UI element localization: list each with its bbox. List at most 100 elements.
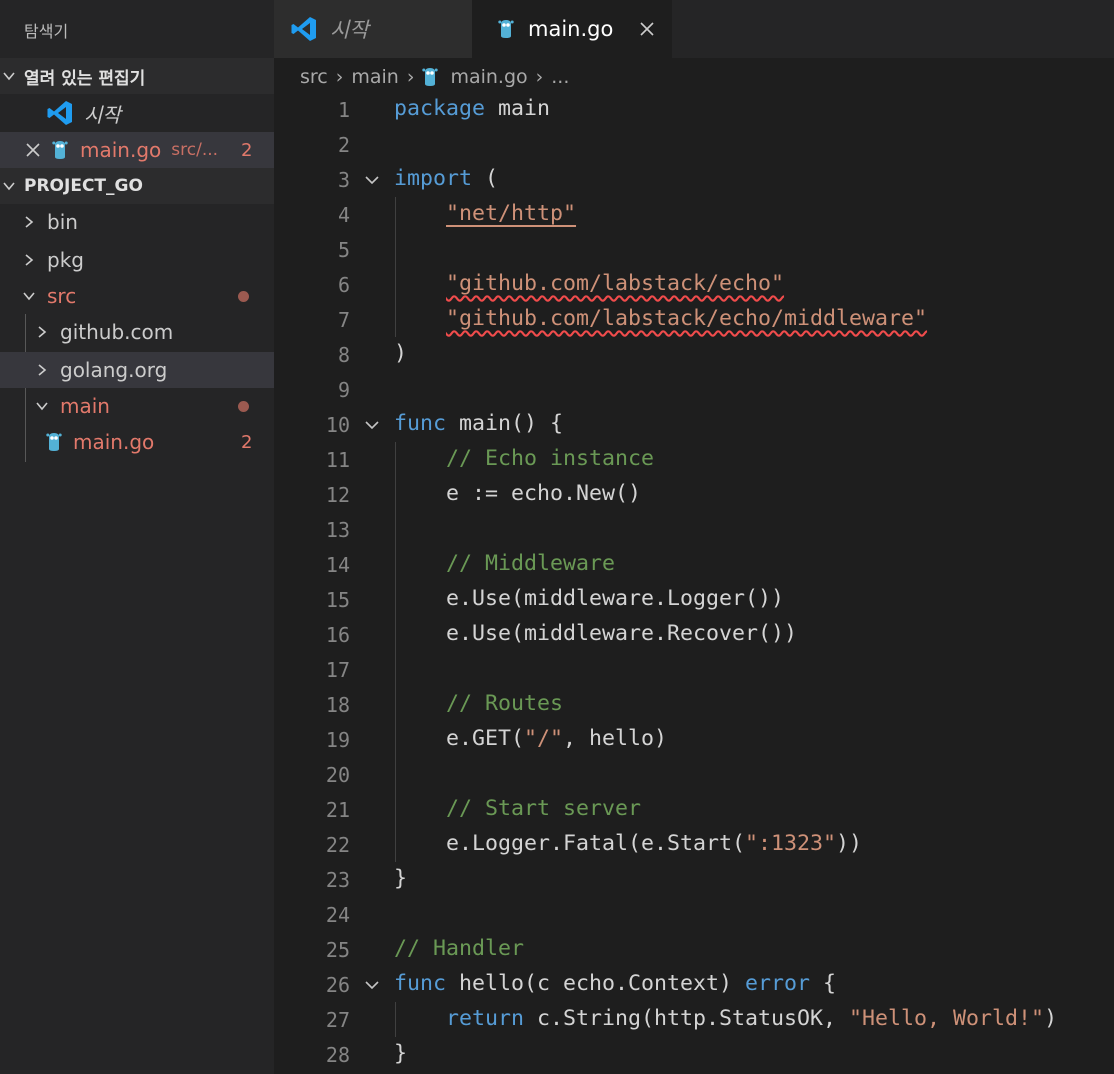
line-number: 16 xyxy=(325,623,350,647)
tab-main-go[interactable]: main.go xyxy=(472,0,672,58)
line-number: 25 xyxy=(325,938,350,962)
line-number: 24 xyxy=(325,903,350,927)
code-line: // Routes xyxy=(446,691,564,716)
code-line: e := echo.New() xyxy=(394,481,642,506)
code-line: import ( xyxy=(394,166,499,191)
code-line: e.Use(middleware.Recover()) xyxy=(394,621,798,646)
tree-item-pkg[interactable]: pkg xyxy=(0,242,274,278)
indent-guide xyxy=(395,442,396,862)
line-number: 27 xyxy=(325,1008,350,1032)
line-number: 23 xyxy=(325,868,350,892)
open-editor-start[interactable]: 시작 xyxy=(0,95,274,131)
close-icon[interactable] xyxy=(640,22,654,36)
chevron-down-icon xyxy=(23,292,35,301)
code-line: e.Logger.Fatal(e.Start(":1323")) xyxy=(394,831,863,856)
line-number: 17 xyxy=(325,658,350,682)
tree-item-label: github.com xyxy=(60,320,174,344)
tab-start[interactable]: 시작 xyxy=(274,0,472,58)
tree-item-golang-org[interactable]: golang.org xyxy=(0,352,274,388)
chevron-right-icon xyxy=(25,216,34,228)
indent-guide xyxy=(395,1002,396,1037)
line-number: 10 xyxy=(325,413,350,437)
chevron-right-icon xyxy=(25,254,34,266)
line-number: 19 xyxy=(325,728,350,752)
line-number: 3 xyxy=(337,168,350,192)
open-editors-label: 열려 있는 편집기 xyxy=(24,68,146,89)
code-line: "github.com/labstack/echo/middleware" xyxy=(446,306,928,331)
gopher-icon xyxy=(52,141,68,159)
line-number: 22 xyxy=(325,833,350,857)
chevron-right-icon: › xyxy=(406,66,415,88)
open-editor-main-go-label: main.go xyxy=(80,138,162,162)
line-number: 11 xyxy=(325,448,350,472)
line-number: 18 xyxy=(325,693,350,717)
tree-item-main-go[interactable]: main.go 2 xyxy=(0,424,274,460)
code-line: // Handler xyxy=(394,936,525,961)
code-line: e.GET("/", hello) xyxy=(394,726,668,751)
indent-guide xyxy=(395,197,396,337)
line-number: 28 xyxy=(325,1043,350,1067)
line-number: 26 xyxy=(325,973,350,997)
line-number: 21 xyxy=(325,798,350,822)
tree-item-bin[interactable]: bin xyxy=(0,204,274,240)
explorer-title: 탐색기 xyxy=(24,22,69,41)
chevron-right-icon xyxy=(38,364,47,376)
tab-label: 시작 xyxy=(330,18,369,42)
chevron-down-icon xyxy=(3,72,15,81)
line-number: 6 xyxy=(337,273,350,297)
tree-item-main[interactable]: main xyxy=(0,388,274,424)
gopher-icon xyxy=(46,433,62,451)
open-editor-main-go[interactable]: main.go src/... 2 xyxy=(0,132,274,168)
code-line: return c.String(http.StatusOK, "Hello, W… xyxy=(446,1006,1058,1031)
tree-item-label: golang.org xyxy=(60,358,168,382)
breadcrumb: src › main › main.go › ... xyxy=(300,64,569,90)
tree-item-github-com[interactable]: github.com xyxy=(0,314,274,350)
tree-item-label: main xyxy=(60,394,110,418)
modified-dot xyxy=(238,291,249,302)
problem-count-badge: 2 xyxy=(241,139,253,161)
code-line: e.Use(middleware.Logger()) xyxy=(394,586,785,611)
line-number: 9 xyxy=(337,378,350,402)
code-line: // Echo instance xyxy=(446,446,655,471)
breadcrumb-item[interactable]: ... xyxy=(551,66,569,88)
vscode-icon xyxy=(47,101,72,125)
code-line: "github.com/labstack/echo" xyxy=(446,271,785,296)
line-number: 2 xyxy=(337,133,350,157)
breadcrumb-item[interactable]: src xyxy=(300,66,328,88)
tree-item-label: pkg xyxy=(47,248,84,272)
line-number: 13 xyxy=(325,518,350,542)
line-number: 14 xyxy=(325,553,350,577)
open-editors-section[interactable]: 열려 있는 편집기 xyxy=(0,58,274,94)
code-line: ) xyxy=(394,341,408,366)
chevron-right-icon xyxy=(38,326,47,338)
line-number: 12 xyxy=(325,483,350,507)
gopher-icon xyxy=(498,20,514,38)
code-line: func hello(c echo.Context) error { xyxy=(394,971,837,996)
tree-item-src[interactable]: src xyxy=(0,278,274,314)
line-number: 1 xyxy=(337,98,350,122)
code-line: "net/http" xyxy=(446,201,577,226)
line-number: 5 xyxy=(337,238,350,262)
close-icon[interactable] xyxy=(26,143,40,157)
explorer-sidebar: 탐색기 열려 있는 편집기 시작 main.go src/... 2 PROJE… xyxy=(0,0,274,1074)
line-number: 8 xyxy=(337,343,350,367)
line-number: 20 xyxy=(325,763,350,787)
line-number: 15 xyxy=(325,588,350,612)
code-line: // Middleware xyxy=(446,551,616,576)
code-line: } xyxy=(394,1041,408,1066)
gopher-icon xyxy=(422,68,439,86)
project-section[interactable]: PROJECT_GO xyxy=(0,168,274,204)
code-line: func main() { xyxy=(394,411,564,436)
chevron-down-icon[interactable] xyxy=(364,172,380,188)
line-number: 4 xyxy=(337,203,350,227)
vscode-icon xyxy=(291,17,316,41)
breadcrumb-item[interactable]: main.go xyxy=(450,66,527,88)
tab-bar: 시작 main.go xyxy=(274,0,1114,58)
chevron-down-icon[interactable] xyxy=(364,417,380,433)
chevron-down-icon[interactable] xyxy=(364,977,380,993)
code-line: } xyxy=(394,866,408,891)
tree-item-label: main.go xyxy=(73,430,155,454)
breadcrumb-item[interactable]: main xyxy=(351,66,398,88)
line-number: 7 xyxy=(337,308,350,332)
chevron-down-icon xyxy=(3,182,15,191)
